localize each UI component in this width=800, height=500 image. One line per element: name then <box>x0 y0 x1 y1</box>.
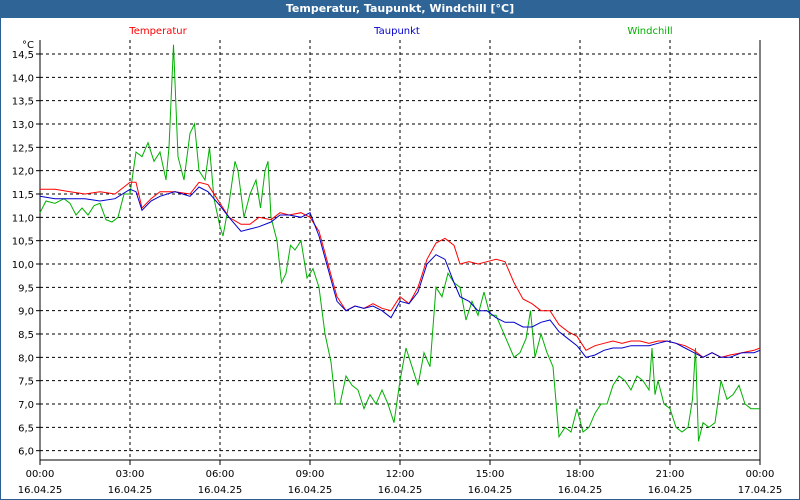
series-line-windchill <box>39 44 760 442</box>
y-tick-label: 7,0 <box>18 400 34 411</box>
y-tick-label: 12,0 <box>12 167 34 178</box>
x-tick-date-label: 16.04.25 <box>198 485 243 496</box>
x-tick-time-label: 09:00 <box>296 469 325 480</box>
x-tick-date-label: 16.04.25 <box>648 485 693 496</box>
y-tick-label: 9,0 <box>18 307 34 318</box>
y-unit-label: °C <box>22 40 34 51</box>
legend-entry-taupunkt: Taupunkt <box>373 26 420 37</box>
x-tick-date-label: 16.04.25 <box>558 485 603 496</box>
grid <box>40 40 760 460</box>
x-tick-date-label: 16.04.25 <box>108 485 153 496</box>
y-tick-label: 8,5 <box>18 330 34 341</box>
x-tick-time-label: 15:00 <box>476 469 505 480</box>
legend: Temperatur Taupunkt Windchill <box>128 26 672 37</box>
y-tick-label: 14,5 <box>12 50 34 61</box>
x-tick-date-label: 17.04.25 <box>738 485 783 496</box>
y-tick-label: 14,0 <box>12 73 34 84</box>
y-tick-label: 6,5 <box>18 423 34 434</box>
y-tick-label: 12,5 <box>12 143 34 154</box>
x-tick-date-label: 16.04.25 <box>18 485 63 496</box>
x-tick-time-label: 21:00 <box>656 469 685 480</box>
series-lines <box>39 44 761 442</box>
y-tick-label: 13,0 <box>12 120 34 131</box>
x-tick-date-label: 16.04.25 <box>468 485 513 496</box>
x-tick-date-label: 16.04.25 <box>288 485 333 496</box>
y-tick-label: 10,0 <box>12 260 34 271</box>
y-tick-label: 8,0 <box>18 353 34 364</box>
x-tick-time-label: 03:00 <box>116 469 145 480</box>
x-tick-date-label: 16.04.25 <box>378 485 423 496</box>
y-tick-label: 10,5 <box>12 237 34 248</box>
y-tick-label: 6,0 <box>18 447 34 458</box>
y-tick-label: 11,0 <box>12 213 34 224</box>
y-tick-label: 11,5 <box>12 190 34 201</box>
x-tick-time-label: 06:00 <box>206 469 235 480</box>
x-tick-time-label: 00:00 <box>746 469 775 480</box>
x-tick-time-label: 00:00 <box>26 469 55 480</box>
series-line-taupunkt <box>39 186 761 358</box>
y-tick-label: 7,5 <box>18 377 34 388</box>
y-tick-label: 13,5 <box>12 97 34 108</box>
legend-entry-windchill: Windchill <box>627 26 672 37</box>
y-tick-label: 9,5 <box>18 283 34 294</box>
x-tick-time-label: 18:00 <box>566 469 595 480</box>
x-tick-time-label: 12:00 <box>386 469 415 480</box>
chart-area: 6,0 6,5 7,0 7,5 8,0 8,5 9,0 9,5 10,0 10,5 11,0 11,5… <box>12 26 783 496</box>
legend-entry-temperatur: Temperatur <box>128 26 187 37</box>
